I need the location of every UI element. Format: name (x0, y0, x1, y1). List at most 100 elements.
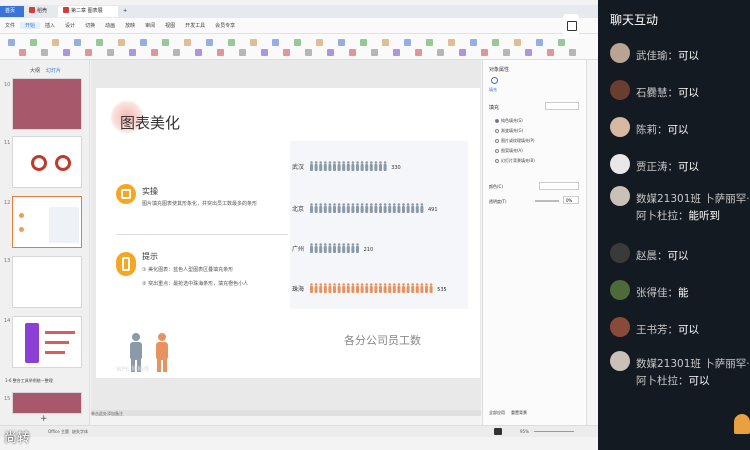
toolbar-icon[interactable] (283, 49, 290, 56)
slide-thumbnail-11[interactable] (12, 136, 82, 188)
reset-background-button[interactable]: 重置背景 (511, 410, 527, 416)
bar-北京[interactable] (310, 203, 424, 213)
toolbar-icon[interactable] (448, 39, 455, 46)
docer-tab[interactable]: 稻壳 (24, 6, 58, 17)
toolbar-icon[interactable] (96, 39, 103, 46)
menu-2[interactable]: 插入 (40, 22, 60, 29)
fill-option[interactable]: 图片或纹理填充(P) (495, 138, 535, 144)
menu-8[interactable]: 视图 (160, 22, 180, 29)
zoom-level[interactable]: 95% (520, 429, 529, 434)
fill-color-dropdown[interactable] (545, 102, 579, 110)
toolbar-icon[interactable] (162, 39, 169, 46)
toolbar-icon[interactable] (382, 39, 389, 46)
play-icon[interactable] (494, 428, 502, 435)
toolbar-icon[interactable] (470, 39, 477, 46)
document-tab[interactable]: 第二章 图表展示.pptx (58, 6, 118, 25)
toolbar-icon[interactable] (536, 39, 543, 46)
toolbar-icon[interactable] (151, 49, 158, 56)
toolbar-icon[interactable] (492, 39, 499, 46)
toolbar-icon[interactable] (8, 39, 15, 46)
toolbar-icon[interactable] (569, 49, 576, 56)
fill-section-title[interactable]: 填充 (489, 104, 499, 111)
toolbar-icon[interactable] (558, 39, 565, 46)
toolbar-icon[interactable] (272, 39, 279, 46)
color-picker[interactable] (539, 182, 579, 190)
toolbar-icon[interactable] (118, 39, 125, 46)
slide-thumbnail-13[interactable] (12, 256, 82, 308)
toolbar-icon[interactable] (338, 39, 345, 46)
slide-thumbnail-15[interactable] (12, 392, 82, 414)
toolbar-icon[interactable] (173, 49, 180, 56)
slide-thumbnail-10[interactable] (12, 78, 82, 130)
toolbar-icon[interactable] (184, 39, 191, 46)
toolbar-icon[interactable] (514, 39, 521, 46)
camera-share-button[interactable] (563, 14, 579, 38)
toolbar-icon[interactable] (316, 39, 323, 46)
bar-珠海[interactable] (310, 283, 433, 293)
radio-button[interactable] (495, 159, 499, 163)
toolbar-icon[interactable] (294, 39, 301, 46)
fill-option[interactable]: 渐变填充(G) (495, 128, 523, 134)
toolbar-icon[interactable] (525, 49, 532, 56)
toolbar-icon[interactable] (503, 49, 510, 56)
slide-thumbnail-12-selected[interactable] (12, 196, 82, 248)
transparency-slider[interactable] (535, 200, 559, 202)
menu-7[interactable]: 审阅 (140, 22, 160, 29)
toolbar-icon[interactable] (41, 49, 48, 56)
toolbar-icon[interactable] (404, 39, 411, 46)
toolbar-icon[interactable] (371, 49, 378, 56)
fill-tab-icon[interactable] (491, 77, 498, 84)
chart-area[interactable]: 武汉 330 北京 491 广州 210 珠海 535 (290, 141, 468, 309)
zoom-slider[interactable] (534, 431, 574, 432)
outline-tab[interactable]: 大纲 (30, 67, 40, 74)
toolbar-icon[interactable] (393, 49, 400, 56)
toolbar-icon[interactable] (228, 39, 235, 46)
notes-placeholder[interactable]: 单击此处添加备注 (91, 411, 123, 417)
toolbar-icon[interactable] (481, 49, 488, 56)
toolbar-icon[interactable] (437, 49, 444, 56)
toolbar-icon[interactable] (63, 49, 70, 56)
new-tab-button[interactable]: + (118, 6, 132, 17)
slide-thumbnail-14[interactable] (12, 316, 82, 368)
toolbar-icon[interactable] (426, 39, 433, 46)
radio-button[interactable] (495, 139, 499, 143)
toolbar-icon[interactable] (30, 39, 37, 46)
toolbar-icon[interactable] (129, 49, 136, 56)
toolbar-icon[interactable] (250, 39, 257, 46)
toolbar-icon[interactable] (360, 39, 367, 46)
toolbar-icon[interactable] (140, 39, 147, 46)
toolbar-icon[interactable] (459, 49, 466, 56)
toolbar-icon[interactable] (415, 49, 422, 56)
missing-font-button[interactable]: 缺失字体 (72, 429, 88, 435)
bar-广州[interactable] (310, 243, 359, 253)
radio-button[interactable] (495, 119, 499, 123)
toolbar-icon[interactable] (547, 49, 554, 56)
bar-武汉[interactable] (310, 161, 387, 171)
toolbar-icon[interactable] (195, 49, 202, 56)
menu-9[interactable]: 开发工具 (180, 22, 210, 29)
slide-canvas[interactable]: 图表美化 实操 图片填充图表使其形象化，并突出员工数最多的条形 提示 ① 美化图… (96, 88, 480, 378)
fill-option[interactable]: 幻灯片背景填充(B) (495, 158, 535, 164)
toolbar-icon[interactable] (217, 49, 224, 56)
transparency-input[interactable]: 0% (563, 196, 579, 204)
toolbar-icon[interactable] (261, 49, 268, 56)
add-slide-button[interactable]: + (40, 414, 48, 424)
reactions-button[interactable] (734, 414, 750, 434)
toolbar-icon[interactable] (19, 49, 26, 56)
toolbar-icon[interactable] (327, 49, 334, 56)
fill-option[interactable]: 纯色填充(S) (495, 118, 523, 124)
toolbar-icon[interactable] (206, 39, 213, 46)
menu-1[interactable]: 开始 (20, 22, 41, 29)
apply-all-button[interactable]: 全部应用 (489, 410, 505, 416)
menu-4[interactable]: 切换 (80, 22, 100, 29)
toolbar-icon[interactable] (74, 39, 81, 46)
horizontal-scrollbar[interactable] (91, 410, 481, 416)
menu-6[interactable]: 放映 (120, 22, 140, 29)
toolbar-icon[interactable] (107, 49, 114, 56)
menu-5[interactable]: 动画 (100, 22, 120, 29)
fill-option[interactable]: 图案填充(A) (495, 148, 523, 154)
radio-button[interactable] (495, 129, 499, 133)
radio-button[interactable] (495, 149, 499, 153)
home-tab[interactable]: 首页 (0, 6, 24, 17)
toolbar-icon[interactable] (349, 49, 356, 56)
